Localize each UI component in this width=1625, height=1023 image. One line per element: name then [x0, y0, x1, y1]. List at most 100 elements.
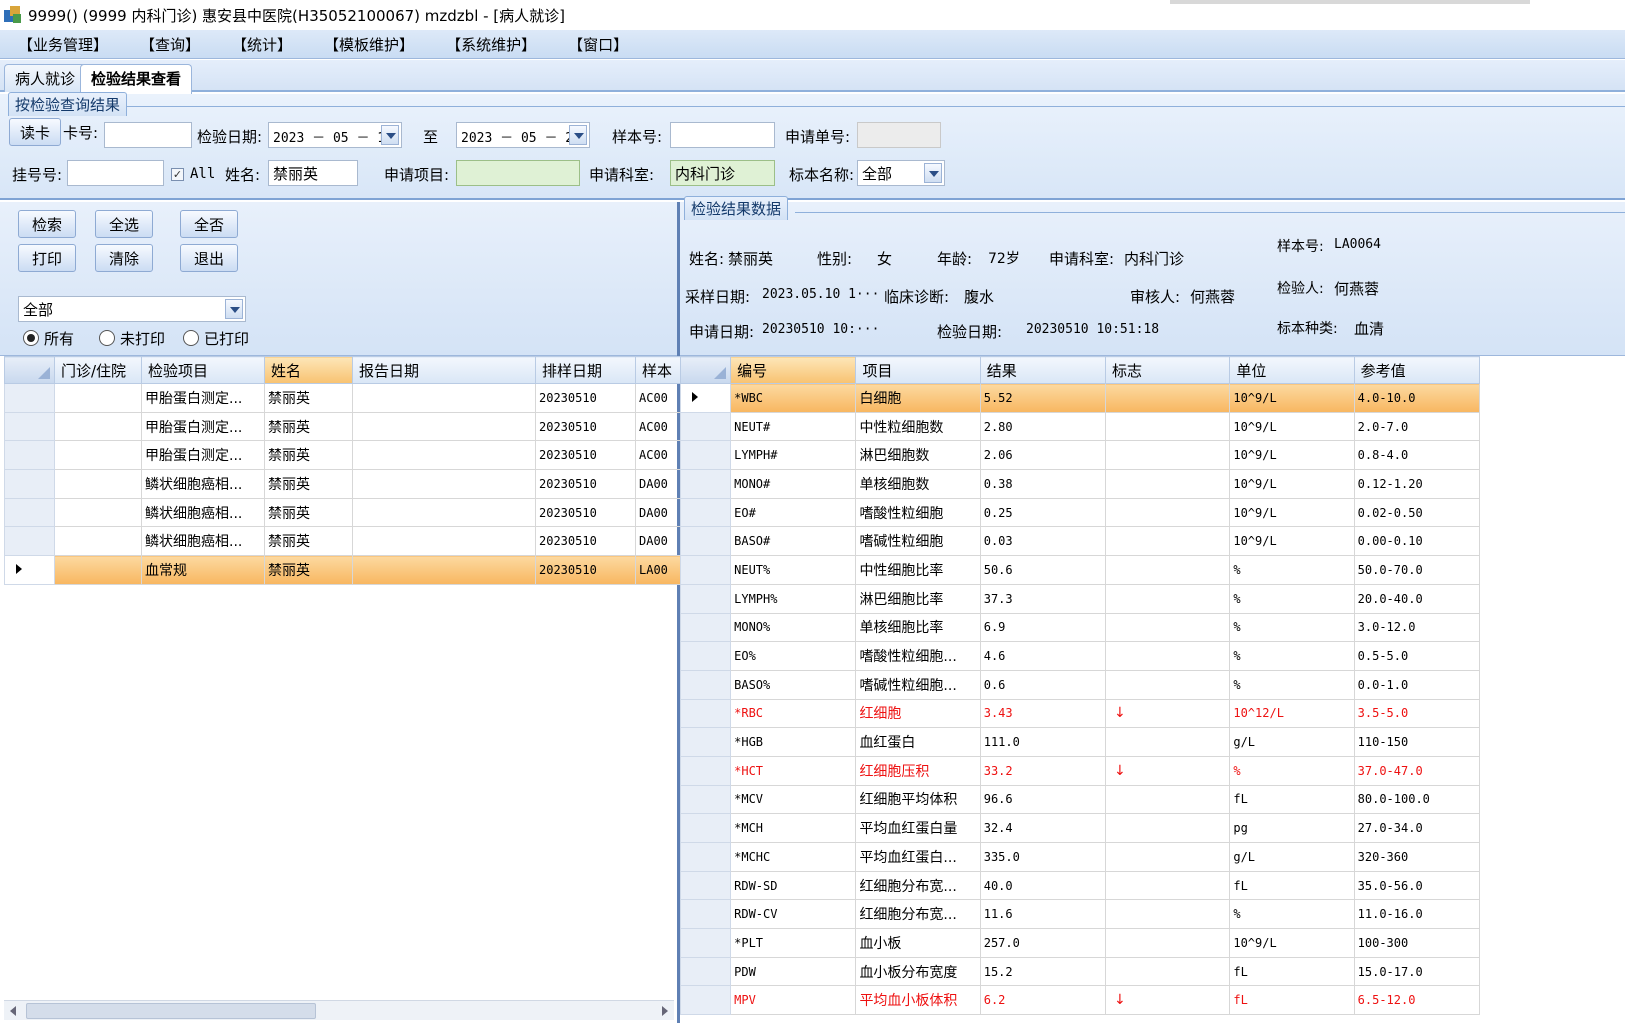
lab-list-row[interactable]: 鳞状细胞癌相... 禁丽英 20230510 DA00: [4, 526, 681, 557]
date-to-dropdown-icon[interactable]: [569, 125, 587, 145]
date-from-dropdown-icon[interactable]: [381, 125, 399, 145]
cell-item[interactable]: 红细胞平均体积: [855, 784, 981, 815]
lab-result-row[interactable]: LYMPH# 淋巴细胞数 2.06 10^9/L 0.8-4.0: [679, 440, 1481, 471]
cell-result[interactable]: 50.6: [979, 555, 1107, 585]
scroll-thumb[interactable]: [26, 1003, 316, 1019]
read-card-button[interactable]: 读卡: [9, 118, 61, 146]
cell-item[interactable]: 淋巴细胞比率: [855, 583, 981, 614]
cell-result[interactable]: 3.43: [979, 698, 1107, 729]
lab-result-row[interactable]: LYMPH% 淋巴细胞比率 37.3% 20.0-40.0: [679, 583, 1481, 614]
cell-code[interactable]: LYMPH#: [730, 440, 857, 471]
cell-flag[interactable]: [1105, 383, 1231, 413]
row-header[interactable]: [679, 526, 732, 557]
print-button[interactable]: 打印: [18, 244, 76, 272]
cell-unit[interactable]: g/L: [1229, 727, 1355, 757]
lab-result-row[interactable]: MPV 平均血小板体积 6.2 ↓ fL 6.5-12.0: [679, 985, 1481, 1016]
cell-unit[interactable]: %: [1229, 555, 1355, 585]
cell-code[interactable]: *MCH: [730, 813, 857, 843]
lab-result-row[interactable]: *PLT 血小板 257.0 10^9/L 100-300: [679, 928, 1481, 958]
scroll-right-icon[interactable]: [662, 1006, 668, 1016]
cell-unit[interactable]: %: [1229, 583, 1355, 614]
cell-date[interactable]: 20230510: [535, 526, 636, 557]
menu-business[interactable]: 【业务管理】: [18, 34, 108, 55]
row-header[interactable]: [4, 555, 55, 585]
cell-date[interactable]: 20230510: [535, 555, 636, 585]
cell-code[interactable]: *HGB: [730, 727, 857, 757]
cell-ref[interactable]: 15.0-17.0: [1353, 956, 1481, 987]
cell-item[interactable]: 甲胎蛋白测定...: [141, 411, 265, 442]
menu-system[interactable]: 【系统维护】: [446, 34, 536, 55]
cell-ref[interactable]: 11.0-16.0: [1353, 899, 1481, 930]
row-header[interactable]: [679, 583, 732, 614]
print-filter-select[interactable]: 全部: [18, 296, 246, 322]
col-sample-date[interactable]: 排样日期: [535, 356, 636, 384]
cell-type[interactable]: [54, 383, 142, 413]
cell-ref[interactable]: 0.00-0.10: [1353, 526, 1481, 557]
cell-result[interactable]: 0.25: [979, 497, 1107, 528]
cell-result[interactable]: 4.6: [979, 641, 1107, 671]
cell-code[interactable]: RDW-SD: [730, 870, 857, 901]
cell-flag[interactable]: [1105, 870, 1231, 901]
cell-unit[interactable]: g/L: [1229, 842, 1355, 872]
menu-template[interactable]: 【模板维护】: [324, 34, 414, 55]
cell-name[interactable]: 禁丽英: [264, 526, 353, 557]
cell-flag[interactable]: [1105, 583, 1231, 614]
cell-code[interactable]: BASO#: [730, 526, 857, 557]
clear-button[interactable]: 清除: [95, 244, 153, 272]
cell-code[interactable]: *MCHC: [730, 842, 857, 872]
cell-result[interactable]: 2.06: [979, 440, 1107, 471]
row-header[interactable]: [679, 469, 732, 499]
lab-list-row[interactable]: 甲胎蛋白测定... 禁丽英 20230510 AC00: [4, 411, 681, 442]
cell-item[interactable]: 平均血红蛋白量: [855, 813, 981, 843]
cell-result[interactable]: 2.80: [979, 411, 1107, 442]
cell-name[interactable]: 禁丽英: [264, 469, 353, 499]
cell-unit[interactable]: %: [1229, 612, 1355, 643]
lab-result-row[interactable]: *MCV 红细胞平均体积 96.6 fL 80.0-100.0: [679, 784, 1481, 815]
lab-result-row[interactable]: *MCH 平均血红蛋白量 32.4 pg 27.0-34.0: [679, 813, 1481, 843]
row-header[interactable]: [4, 497, 55, 528]
row-header[interactable]: [4, 411, 55, 442]
cell-unit[interactable]: 10^9/L: [1229, 440, 1355, 471]
cell-item[interactable]: 红细胞分布宽...: [855, 870, 981, 901]
cell-type[interactable]: [54, 497, 142, 528]
req-item-input[interactable]: [456, 160, 580, 186]
cell-unit[interactable]: 10^9/L: [1229, 928, 1355, 958]
lab-result-row[interactable]: MONO% 单核细胞比率 6.9% 3.0-12.0: [679, 612, 1481, 643]
cell-flag[interactable]: ↓: [1105, 985, 1231, 1016]
tab-lab-results[interactable]: 检验结果查看: [80, 64, 193, 94]
cell-item[interactable]: 鳞状细胞癌相...: [141, 469, 265, 499]
lab-result-row[interactable]: RDW-CV 红细胞分布宽... 11.6% 11.0-16.0: [679, 899, 1481, 930]
cell-type[interactable]: [54, 469, 142, 499]
row-header[interactable]: [679, 497, 732, 528]
row-header[interactable]: [4, 526, 55, 557]
cell-item[interactable]: 鳞状细胞癌相...: [141, 526, 265, 557]
cell-result[interactable]: 5.52: [979, 383, 1107, 413]
cell-sample[interactable]: AC00: [635, 383, 681, 413]
cell-item[interactable]: 甲胎蛋白测定...: [141, 440, 265, 471]
lab-result-corner[interactable]: [679, 356, 732, 384]
col-code[interactable]: 编号: [730, 356, 857, 384]
card-no-input[interactable]: [104, 122, 192, 148]
cell-date[interactable]: 20230510: [535, 383, 636, 413]
cell-report[interactable]: [352, 469, 536, 499]
col-sample[interactable]: 样本: [635, 356, 681, 384]
cell-flag[interactable]: [1105, 497, 1231, 528]
lab-result-row[interactable]: BASO% 嗜碱性粒细胞... 0.6% 0.0-1.0: [679, 669, 1481, 700]
cell-code[interactable]: BASO%: [730, 669, 857, 700]
cell-name[interactable]: 禁丽英: [264, 497, 353, 528]
cell-item[interactable]: 血红蛋白: [855, 727, 981, 757]
cell-flag[interactable]: [1105, 899, 1231, 930]
cell-code[interactable]: LYMPH%: [730, 583, 857, 614]
cell-name[interactable]: 禁丽英: [264, 383, 353, 413]
row-header[interactable]: [679, 870, 732, 901]
lab-result-row[interactable]: *HCT 红细胞压积 33.2 ↓% 37.0-47.0: [679, 755, 1481, 786]
cell-ref[interactable]: 3.0-12.0: [1353, 612, 1481, 643]
cell-ref[interactable]: 0.02-0.50: [1353, 497, 1481, 528]
lab-list-row[interactable]: 鳞状细胞癌相... 禁丽英 20230510 DA00: [4, 497, 681, 528]
lab-result-row[interactable]: EO% 嗜酸性粒细胞... 4.6% 0.5-5.0: [679, 641, 1481, 671]
lab-result-row[interactable]: RDW-SD 红细胞分布宽... 40.0 fL 35.0-56.0: [679, 870, 1481, 901]
lab-result-row[interactable]: *WBC 白细胞 5.52 10^9/L 4.0-10.0: [679, 383, 1481, 413]
exit-button[interactable]: 退出: [180, 244, 238, 272]
cell-item[interactable]: 甲胎蛋白测定...: [141, 383, 265, 413]
cell-report[interactable]: [352, 440, 536, 471]
